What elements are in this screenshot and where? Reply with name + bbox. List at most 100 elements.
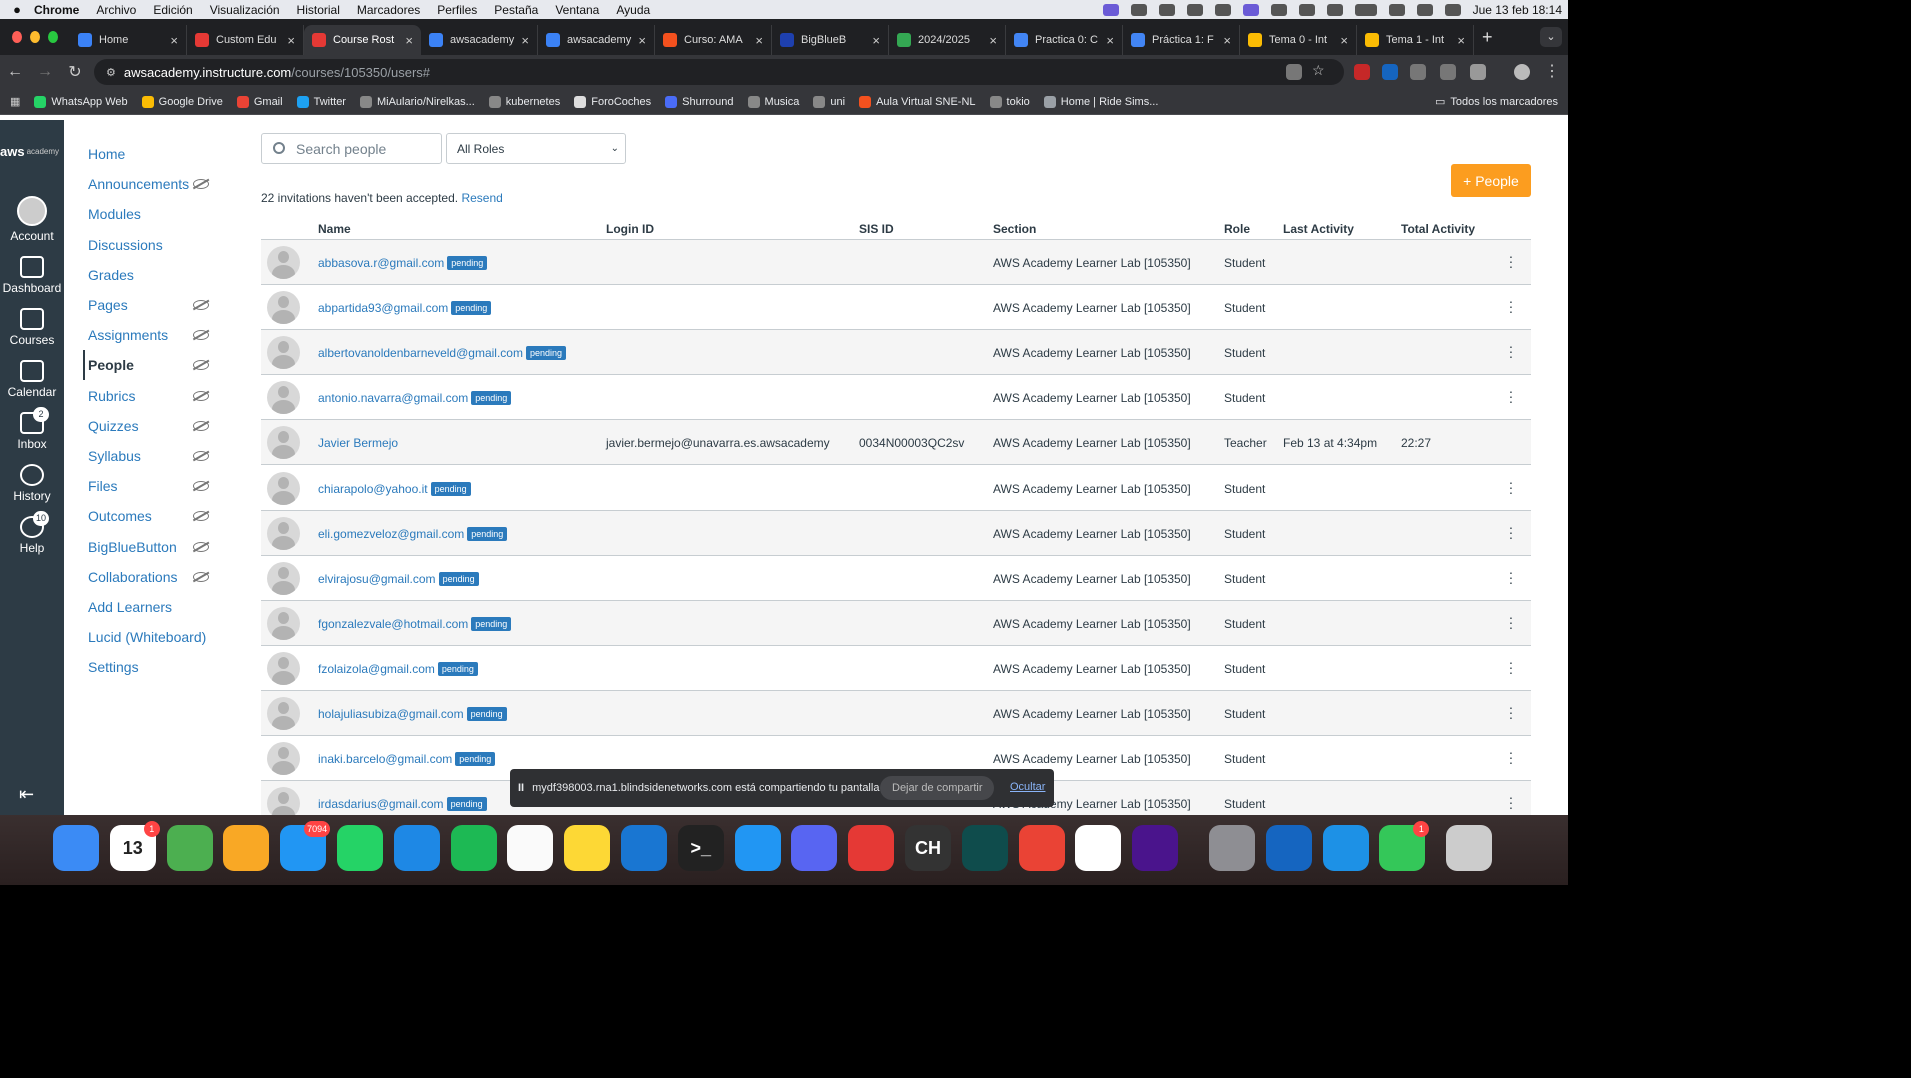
- course-nav-quizzes[interactable]: Quizzes: [88, 418, 139, 434]
- apps-grid-icon[interactable]: ▦: [10, 95, 20, 108]
- minimize-window-icon[interactable]: [30, 31, 40, 43]
- col-login-id[interactable]: Login ID: [606, 222, 654, 236]
- close-tab-icon[interactable]: ×: [755, 33, 763, 48]
- aws-academy-logo[interactable]: aws academy: [0, 120, 64, 182]
- row-options-icon[interactable]: · · ·: [1507, 249, 1515, 273]
- user-name-link[interactable]: elvirajosu@gmail.com: [318, 572, 436, 586]
- menu-historial[interactable]: Historial: [297, 3, 340, 17]
- dock-maps-icon[interactable]: [166, 825, 213, 871]
- extension-icon[interactable]: [1410, 64, 1426, 80]
- dock-github-desktop-icon[interactable]: [1265, 825, 1312, 871]
- user-name-link[interactable]: inaki.barcelo@gmail.com: [318, 752, 452, 766]
- course-nav-lucid-whiteboard[interactable]: Lucid (Whiteboard): [88, 629, 206, 645]
- menu-visualizacion[interactable]: Visualización: [210, 3, 280, 17]
- battery-icon[interactable]: [1354, 3, 1377, 16]
- profile-avatar[interactable]: [1514, 64, 1530, 80]
- course-nav-people[interactable]: People: [88, 357, 134, 373]
- dock-system-settings-icon[interactable]: [1209, 825, 1255, 871]
- close-tab-icon[interactable]: ×: [521, 33, 529, 48]
- dots-icon[interactable]: [1270, 3, 1287, 16]
- bookmark-item[interactable]: MiAulario/Nirelkas...: [359, 95, 475, 108]
- row-options-icon[interactable]: · · ·: [1507, 294, 1515, 318]
- stop-sharing-button[interactable]: Dejar de compartir: [880, 776, 995, 800]
- close-tab-icon[interactable]: ×: [638, 33, 646, 48]
- back-icon[interactable]: ←: [0, 63, 30, 81]
- menu-chrome[interactable]: Chrome: [34, 3, 79, 17]
- cleaner-icon[interactable]: [1214, 3, 1231, 16]
- user-name-link[interactable]: irdasdarius@gmail.com: [318, 797, 444, 811]
- menu-edicion[interactable]: Edición: [153, 3, 192, 17]
- course-nav-discussions[interactable]: Discussions: [88, 237, 163, 253]
- row-options-icon[interactable]: · · ·: [1507, 565, 1515, 589]
- course-nav-announcements[interactable]: Announcements: [88, 176, 189, 192]
- dock-safari-icon[interactable]: [393, 825, 440, 871]
- user-name-link[interactable]: Javier Bermejo: [318, 436, 398, 450]
- close-tab-icon[interactable]: ×: [1340, 33, 1348, 48]
- dock-chatgpt-icon[interactable]: [1075, 825, 1122, 871]
- global-nav-calendar[interactable]: Calendar: [0, 360, 64, 399]
- play-icon[interactable]: [1326, 3, 1343, 16]
- wifi-icon[interactable]: [1388, 3, 1405, 16]
- bookmark-item[interactable]: Google Drive: [141, 95, 223, 108]
- dock-app-store-icon[interactable]: [734, 825, 781, 871]
- menu-perfiles[interactable]: Perfiles: [437, 3, 477, 17]
- chrome-menu-icon[interactable]: ⋮: [1544, 61, 1560, 80]
- install-app-icon[interactable]: [1286, 64, 1302, 80]
- dock-calendar-icon[interactable]: 13 1: [109, 821, 160, 871]
- col-name[interactable]: Name: [318, 222, 351, 236]
- course-nav-assignments[interactable]: Assignments: [88, 327, 168, 343]
- close-tab-icon[interactable]: ×: [1106, 33, 1114, 48]
- dock-vscode-icon[interactable]: [621, 825, 667, 871]
- arch-icon[interactable]: [1158, 3, 1175, 16]
- col-role[interactable]: Role: [1224, 222, 1250, 236]
- tab-search-button[interactable]: ⌄: [1540, 27, 1562, 47]
- dock-perplexity-icon[interactable]: [961, 825, 1008, 871]
- bug-icon[interactable]: [1130, 3, 1147, 16]
- bookmark-item[interactable]: uni: [813, 95, 845, 108]
- menu-ayuda[interactable]: Ayuda: [616, 3, 650, 17]
- course-nav-grades[interactable]: Grades: [88, 267, 134, 283]
- bookmark-item[interactable]: Gmail: [236, 95, 283, 108]
- menu-archivo[interactable]: Archivo: [96, 3, 136, 17]
- course-nav-settings[interactable]: Settings: [88, 659, 139, 675]
- extension-icon[interactable]: [1354, 64, 1370, 80]
- bookmark-item[interactable]: tokio: [989, 95, 1030, 108]
- row-options-icon[interactable]: · · ·: [1507, 655, 1515, 679]
- browser-tab[interactable]: Tema 1 - Int ×: [1357, 25, 1474, 55]
- global-nav-dashboard[interactable]: Dashboard: [0, 256, 64, 295]
- menu-ventana[interactable]: Ventana: [555, 3, 599, 17]
- close-tab-icon[interactable]: ×: [872, 33, 880, 48]
- course-nav-outcomes[interactable]: Outcomes: [88, 508, 152, 524]
- address-bar[interactable]: ⚙ awsacademy.instructure.com/courses/105…: [94, 59, 1344, 85]
- row-options-icon[interactable]: · · ·: [1507, 700, 1515, 724]
- col-section[interactable]: Section: [993, 222, 1036, 236]
- bookmark-star-icon[interactable]: ☆: [1312, 62, 1328, 78]
- browser-tab[interactable]: BigBlueB ×: [772, 25, 889, 55]
- browser-tab[interactable]: Practica 0: C ×: [1006, 25, 1123, 55]
- zoom-window-icon[interactable]: [48, 31, 58, 43]
- search-people-input[interactable]: Search people: [261, 133, 442, 164]
- user-name-link[interactable]: abpartida93@gmail.com: [318, 301, 448, 315]
- global-nav-account[interactable]: Account: [0, 196, 64, 243]
- course-nav-rubrics[interactable]: Rubrics: [88, 388, 135, 404]
- dock-trash-icon[interactable]: [1446, 825, 1493, 871]
- user-name-link[interactable]: albertovanoldenbarneveld@gmail.com: [318, 346, 523, 360]
- dock-notes-icon[interactable]: [564, 825, 611, 871]
- bookmark-item[interactable]: Twitter: [296, 95, 346, 108]
- menu-pestana[interactable]: Pestaña: [494, 3, 538, 17]
- openai-icon[interactable]: [1186, 3, 1203, 16]
- course-nav-collaborations[interactable]: Collaborations: [88, 569, 178, 585]
- browser-tab[interactable]: Custom Edu ×: [187, 25, 304, 55]
- browser-tab[interactable]: 2024/2025 ×: [889, 25, 1006, 55]
- dock-ch-icon[interactable]: CH: [905, 825, 951, 871]
- collapse-nav-icon[interactable]: ⇤: [19, 784, 34, 805]
- dock-docker-icon[interactable]: [1322, 825, 1369, 871]
- bookmark-item[interactable]: Musica: [747, 95, 799, 108]
- dock-facetime-icon[interactable]: 1: [1379, 821, 1430, 871]
- dock-cloud-app-icon[interactable]: [1132, 825, 1179, 871]
- browser-tab[interactable]: Curso: AMA ×: [655, 25, 772, 55]
- row-options-icon[interactable]: · · ·: [1507, 790, 1515, 814]
- add-people-button[interactable]: + People: [1451, 164, 1531, 197]
- course-nav-modules[interactable]: Modules: [88, 206, 141, 222]
- user-name-link[interactable]: chiarapolo@yahoo.it: [318, 482, 428, 496]
